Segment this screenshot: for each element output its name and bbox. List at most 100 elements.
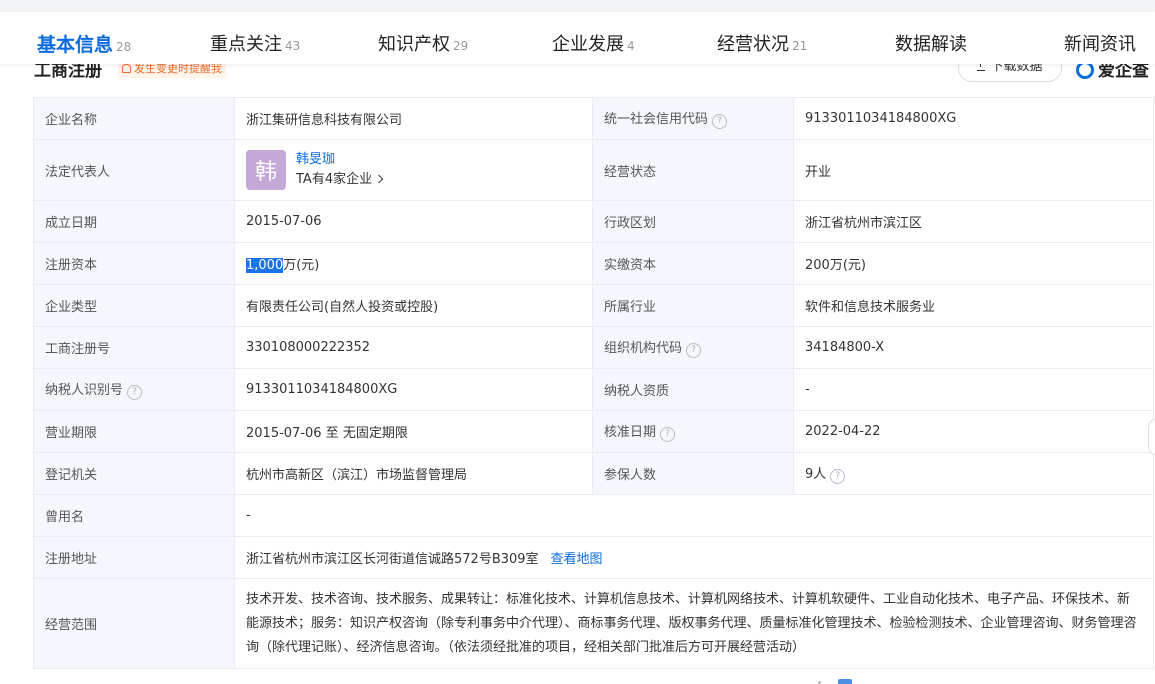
address-text: 浙江省杭州市滨江区长河街道信诚路572号B309室 <box>246 552 539 567</box>
table-row: 注册资本 1,000万(元) 实缴资本 200万(元) <box>33 242 1154 285</box>
label-text: 纳税人识别号 <box>45 383 124 398</box>
tab-label: 经营状况 <box>717 34 789 55</box>
indicator-active <box>838 679 852 684</box>
scroll-indicator <box>818 679 862 684</box>
table-row: 成立日期 2015-07-06 行政区划 浙江省杭州市滨江区 <box>33 200 1154 243</box>
org-code-label: 组织机构代码? <box>592 326 794 369</box>
tab-count: 4 <box>627 39 635 53</box>
taxpayer-qual-label: 纳税人资质 <box>592 368 794 411</box>
scope-value: 技术开发、技术咨询、技术服务、成果转让：标准化技术、计算机信息技术、计算机网络技… <box>234 578 1154 669</box>
table-row: 营业期限 2015-07-06 至 无固定期限 核准日期? 2022-04-22 <box>33 410 1154 453</box>
tab-label: 知识产权 <box>378 34 450 55</box>
tab-basic-info[interactable]: 基本信息 28 <box>37 30 131 57</box>
status-label: 经营状态 <box>592 139 794 201</box>
avatar[interactable]: 韩 <box>246 150 286 190</box>
taxpayer-id-label: 纳税人识别号? <box>33 368 235 411</box>
table-row: 企业名称 浙江集研信息科技有限公司 统一社会信用代码? 913301103418… <box>33 97 1154 140</box>
table-row: 注册地址 浙江省杭州市滨江区长河街道信诚路572号B309室 查看地图 <box>33 536 1154 579</box>
help-icon[interactable]: ? <box>712 114 728 129</box>
legal-rep-label: 法定代表人 <box>33 139 235 201</box>
reg-capital-label: 注册资本 <box>33 242 235 285</box>
reg-capital-value: 1,000万(元) <box>234 242 593 285</box>
status-value: 开业 <box>793 139 1154 201</box>
selected-text: 1,000 <box>246 258 284 273</box>
tab-count: 21 <box>792 39 808 53</box>
tab-count: 29 <box>453 39 469 53</box>
tab-development[interactable]: 企业发展 4 <box>552 30 635 56</box>
taxpayer-id-value: 9133011034184800XG <box>234 368 593 411</box>
tab-ip[interactable]: 知识产权 29 <box>378 30 468 56</box>
approve-date-label: 核准日期? <box>592 410 794 453</box>
help-icon[interactable]: ? <box>686 343 702 358</box>
tab-count: 28 <box>116 40 132 54</box>
found-date-label: 成立日期 <box>33 200 235 243</box>
side-float-tab[interactable] <box>1148 418 1155 456</box>
region-label: 行政区划 <box>592 200 794 243</box>
table-row: 经营范围 技术开发、技术咨询、技术服务、成果转让：标准化技术、计算机信息技术、计… <box>33 578 1154 669</box>
tab-bar: 基本信息 28 重点关注 43 知识产权 29 企业发展 4 经营状况 21 数据解读 新… <box>0 12 1155 64</box>
reg-capital-unit: 万(元) <box>283 258 320 273</box>
chevron-right-icon <box>374 174 384 184</box>
reg-no-label: 工商注册号 <box>33 326 235 369</box>
former-name-value: - <box>234 494 1154 537</box>
reg-address-value: 浙江省杭州市滨江区长河街道信诚路572号B309室 查看地图 <box>234 536 1154 579</box>
table-row: 纳税人识别号? 9133011034184800XG 纳税人资质 - <box>33 368 1154 411</box>
table-row: 曾用名 - <box>33 494 1154 537</box>
credit-code-value: 9133011034184800XG <box>793 97 1154 140</box>
org-code-value: 34184800-X <box>793 326 1154 369</box>
tab-label: 新闻资讯 <box>1064 34 1136 55</box>
legal-rep-value: 韩 韩旻珈 TA有4家企业 <box>234 139 593 201</box>
label-text: 统一社会信用代码 <box>604 112 709 127</box>
legal-rep-companies-text: TA有4家企业 <box>296 172 373 187</box>
company-type-label: 企业类型 <box>33 284 235 327</box>
tab-data-insight[interactable]: 数据解读 <box>895 30 967 56</box>
legal-rep-companies-link[interactable]: TA有4家企业 <box>296 170 384 190</box>
bell-icon <box>122 64 131 73</box>
tab-label: 基本信息 <box>37 34 114 56</box>
company-type-value: 有限责任公司(自然人投资或控股) <box>234 284 593 327</box>
taxpayer-qual-value: - <box>793 368 1154 411</box>
help-icon[interactable]: ? <box>830 469 846 484</box>
table-row: 工商注册号 330108000222352 组织机构代码? 34184800-X <box>33 326 1154 369</box>
tab-label: 重点关注 <box>210 34 282 55</box>
brand-label: 爱企查 <box>1098 61 1149 81</box>
table-row: 登记机关 杭州市高新区（滨江）市场监督管理局 参保人数 9人? <box>33 452 1154 495</box>
approve-date-value: 2022-04-22 <box>793 410 1154 453</box>
industry-value: 软件和信息技术服务业 <box>793 284 1154 327</box>
table-row: 法定代表人 韩 韩旻珈 TA有4家企业 经营状态 开业 <box>33 139 1154 201</box>
company-name-label: 企业名称 <box>33 97 235 140</box>
insured-value: 9人? <box>793 452 1154 495</box>
tab-key-focus[interactable]: 重点关注 43 <box>210 30 300 56</box>
paid-capital-value: 200万(元) <box>793 242 1154 285</box>
insured-text: 9人 <box>805 467 827 482</box>
region-value: 浙江省杭州市滨江区 <box>793 200 1154 243</box>
reg-authority-value: 杭州市高新区（滨江）市场监督管理局 <box>234 452 593 495</box>
former-name-label: 曾用名 <box>33 494 235 537</box>
reg-no-value: 330108000222352 <box>234 326 593 369</box>
paid-capital-label: 实缴资本 <box>592 242 794 285</box>
reg-address-label: 注册地址 <box>33 536 235 579</box>
legal-rep-name-link[interactable]: 韩旻珈 <box>296 150 382 170</box>
biz-term-label: 营业期限 <box>33 410 235 453</box>
tab-count: 43 <box>285 39 301 53</box>
company-name-value: 浙江集研信息科技有限公司 <box>234 97 593 140</box>
label-text: 组织机构代码 <box>604 341 683 356</box>
tab-news[interactable]: 新闻资讯 <box>1064 30 1136 56</box>
biz-term-value: 2015-07-06 至 无固定期限 <box>234 410 593 453</box>
label-text: 核准日期 <box>604 425 657 440</box>
tab-operation[interactable]: 经营状况 21 <box>717 30 807 56</box>
view-map-link[interactable]: 查看地图 <box>551 552 603 567</box>
top-shade <box>0 0 1155 12</box>
business-registration-table: 企业名称 浙江集研信息科技有限公司 统一社会信用代码? 913301103418… <box>33 97 1154 669</box>
table-row: 企业类型 有限责任公司(自然人投资或控股) 所属行业 软件和信息技术服务业 <box>33 284 1154 327</box>
insured-label: 参保人数 <box>592 452 794 495</box>
found-date-value: 2015-07-06 <box>234 200 593 243</box>
scope-label: 经营范围 <box>33 578 235 669</box>
industry-label: 所属行业 <box>592 284 794 327</box>
help-icon[interactable]: ? <box>660 427 676 442</box>
tab-label: 企业发展 <box>552 34 624 55</box>
tab-label: 数据解读 <box>895 34 967 55</box>
reg-authority-label: 登记机关 <box>33 452 235 495</box>
help-icon[interactable]: ? <box>127 385 143 400</box>
credit-code-label: 统一社会信用代码? <box>592 97 794 140</box>
